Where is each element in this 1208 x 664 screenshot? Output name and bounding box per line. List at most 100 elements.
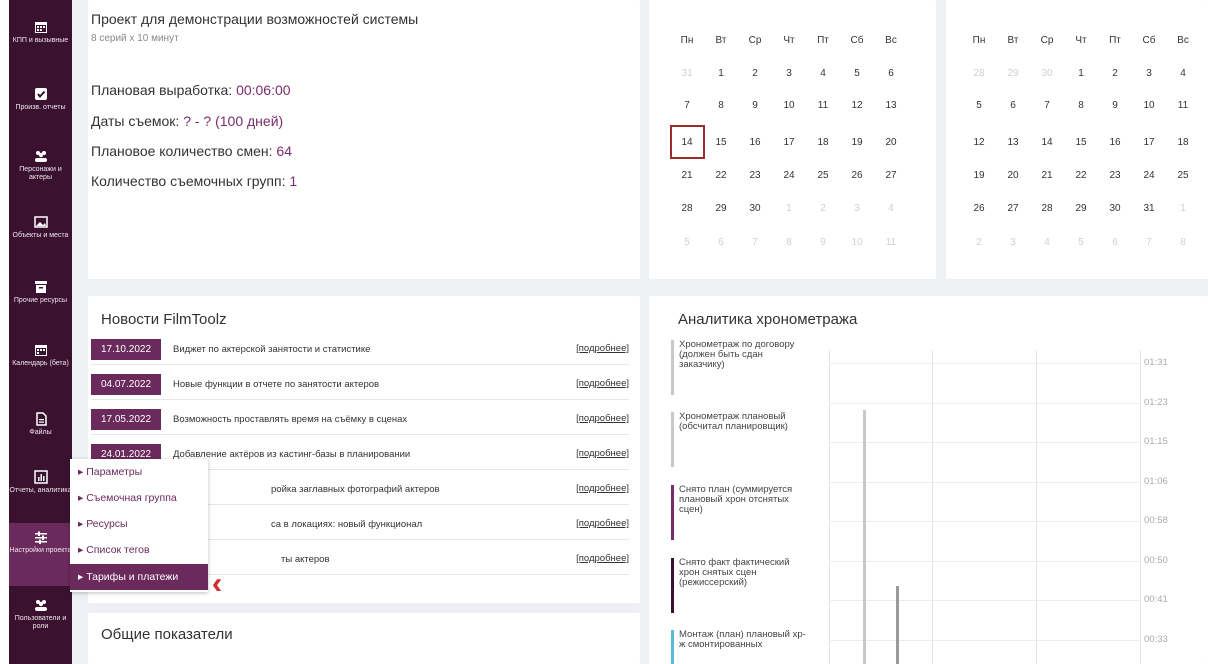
calendar-day[interactable]: 11 bbox=[874, 237, 908, 248]
menu-item-resources[interactable]: ▸ Ресурсы bbox=[70, 511, 208, 537]
menu-item-tariffs[interactable]: ▸ Тарифы и платежи bbox=[70, 564, 208, 590]
calendar-day[interactable]: 12 bbox=[962, 137, 996, 148]
calendar-day[interactable]: 7 bbox=[1030, 100, 1064, 111]
calendar-day[interactable]: 25 bbox=[1166, 170, 1200, 181]
sidebar-item-analytics[interactable]: Отчеты, аналитика bbox=[9, 470, 72, 495]
menu-item-parameters[interactable]: ▸ Параметры bbox=[70, 459, 208, 485]
calendar-day[interactable]: 16 bbox=[1098, 137, 1132, 148]
calendar-day[interactable]: 26 bbox=[840, 170, 874, 181]
calendar-day[interactable]: 22 bbox=[1064, 170, 1098, 181]
calendar-day[interactable]: 29 bbox=[996, 68, 1030, 79]
calendar-day[interactable]: 7 bbox=[670, 100, 704, 111]
news-more-link[interactable]: [подробнее] bbox=[576, 343, 629, 354]
calendar-day[interactable]: 6 bbox=[874, 68, 908, 79]
sidebar-item-characters[interactable]: Персонажи и актеры bbox=[9, 149, 72, 182]
calendar-day[interactable]: 17 bbox=[1132, 137, 1166, 148]
calendar-day[interactable]: 15 bbox=[704, 137, 738, 148]
calendar-day[interactable]: 9 bbox=[806, 237, 840, 248]
calendar-day[interactable]: 2 bbox=[806, 203, 840, 214]
sidebar-item-kpp[interactable]: КПП и вызывные bbox=[9, 20, 72, 45]
news-more-link[interactable]: [подробнее] bbox=[576, 553, 629, 564]
calendar-day[interactable]: 14 bbox=[1030, 137, 1064, 148]
calendar-day[interactable]: 2 bbox=[962, 237, 996, 248]
calendar-day[interactable]: 20 bbox=[874, 137, 908, 148]
calendar-day[interactable]: 1 bbox=[1166, 203, 1200, 214]
calendar-day[interactable]: 8 bbox=[1166, 237, 1200, 248]
calendar-day[interactable]: 30 bbox=[1098, 203, 1132, 214]
calendar-day[interactable]: 1 bbox=[704, 68, 738, 79]
sidebar-item-users[interactable]: Пользователи и роли bbox=[9, 598, 72, 631]
calendar-day[interactable]: 5 bbox=[670, 237, 704, 248]
sidebar-item-settings[interactable]: Настройки проекта bbox=[9, 523, 72, 586]
calendar-day[interactable]: 4 bbox=[1030, 237, 1064, 248]
calendar-day[interactable]: 28 bbox=[962, 68, 996, 79]
calendar-day[interactable]: 7 bbox=[738, 237, 772, 248]
calendar-day[interactable]: 9 bbox=[1098, 100, 1132, 111]
calendar-day[interactable]: 28 bbox=[1030, 203, 1064, 214]
news-more-link[interactable]: [подробнее] bbox=[576, 413, 629, 424]
calendar-day[interactable]: 7 bbox=[1132, 237, 1166, 248]
calendar-day[interactable]: 3 bbox=[996, 237, 1030, 248]
calendar-day[interactable]: 12 bbox=[840, 100, 874, 111]
calendar-day[interactable]: 3 bbox=[772, 68, 806, 79]
calendar-day[interactable]: 30 bbox=[1030, 68, 1064, 79]
calendar-day[interactable]: 18 bbox=[806, 137, 840, 148]
calendar-day[interactable]: 10 bbox=[1132, 100, 1166, 111]
calendar-day[interactable]: 27 bbox=[996, 203, 1030, 214]
calendar-day[interactable]: 11 bbox=[1166, 100, 1200, 111]
calendar-day[interactable]: 1 bbox=[772, 203, 806, 214]
calendar-day[interactable]: 13 bbox=[996, 137, 1030, 148]
calendar-day[interactable]: 21 bbox=[1030, 170, 1064, 181]
calendar-day[interactable]: 19 bbox=[962, 170, 996, 181]
calendar-day[interactable]: 27 bbox=[874, 170, 908, 181]
news-more-link[interactable]: [подробнее] bbox=[576, 518, 629, 529]
calendar-day[interactable]: 24 bbox=[1132, 170, 1166, 181]
calendar-day[interactable]: 18 bbox=[1166, 137, 1200, 148]
calendar-day[interactable]: 22 bbox=[704, 170, 738, 181]
calendar-day[interactable]: 15 bbox=[1064, 137, 1098, 148]
calendar-day[interactable]: 28 bbox=[670, 203, 704, 214]
calendar-day[interactable]: 1 bbox=[1064, 68, 1098, 79]
sidebar-item-locations[interactable]: Объекты и места bbox=[9, 215, 72, 240]
news-more-link[interactable]: [подробнее] bbox=[576, 378, 629, 389]
menu-item-crew[interactable]: ▸ Съемочная группа bbox=[70, 485, 208, 511]
calendar-day[interactable]: 9 bbox=[738, 100, 772, 111]
news-more-link[interactable]: [подробнее] bbox=[576, 448, 629, 459]
calendar-day[interactable]: 19 bbox=[840, 137, 874, 148]
menu-item-tags[interactable]: ▸ Список тегов bbox=[70, 537, 208, 563]
calendar-day[interactable]: 3 bbox=[840, 203, 874, 214]
calendar-day[interactable]: 8 bbox=[1064, 100, 1098, 111]
calendar-day[interactable]: 2 bbox=[1098, 68, 1132, 79]
calendar-day[interactable]: 11 bbox=[806, 100, 840, 111]
sidebar-item-files[interactable]: Файлы bbox=[9, 412, 72, 437]
calendar-day[interactable]: 4 bbox=[806, 68, 840, 79]
calendar-day[interactable]: 17 bbox=[772, 137, 806, 148]
calendar-day[interactable]: 6 bbox=[704, 237, 738, 248]
calendar-day[interactable]: 3 bbox=[1132, 68, 1166, 79]
calendar-day[interactable]: 26 bbox=[962, 203, 996, 214]
calendar-day[interactable]: 10 bbox=[840, 237, 874, 248]
calendar-day[interactable]: 23 bbox=[738, 170, 772, 181]
calendar-day[interactable]: 4 bbox=[1166, 68, 1200, 79]
sidebar-item-resources[interactable]: Прочие ресурсы bbox=[9, 280, 72, 305]
sidebar-item-calendar[interactable]: Календарь (бета) bbox=[9, 343, 72, 368]
calendar-day[interactable]: 8 bbox=[772, 237, 806, 248]
calendar-day[interactable]: 24 bbox=[772, 170, 806, 181]
calendar-day[interactable]: 29 bbox=[1064, 203, 1098, 214]
calendar-day[interactable]: 5 bbox=[962, 100, 996, 111]
calendar-day[interactable]: 5 bbox=[840, 68, 874, 79]
calendar-day[interactable]: 21 bbox=[670, 170, 704, 181]
calendar-day[interactable]: 10 bbox=[772, 100, 806, 111]
calendar-day[interactable]: 4 bbox=[874, 203, 908, 214]
calendar-day[interactable]: 5 bbox=[1064, 237, 1098, 248]
calendar-day[interactable]: 6 bbox=[1098, 237, 1132, 248]
calendar-day[interactable]: 31 bbox=[1132, 203, 1166, 214]
calendar-day[interactable]: 25 bbox=[806, 170, 840, 181]
calendar-day[interactable]: 23 bbox=[1098, 170, 1132, 181]
calendar-day[interactable]: 6 bbox=[996, 100, 1030, 111]
calendar-day[interactable]: 16 bbox=[738, 137, 772, 148]
calendar-day[interactable]: 2 bbox=[738, 68, 772, 79]
sidebar-item-reports[interactable]: Произв. отчеты bbox=[9, 87, 72, 112]
calendar-day[interactable]: 30 bbox=[738, 203, 772, 214]
calendar-day[interactable]: 31 bbox=[670, 68, 704, 79]
